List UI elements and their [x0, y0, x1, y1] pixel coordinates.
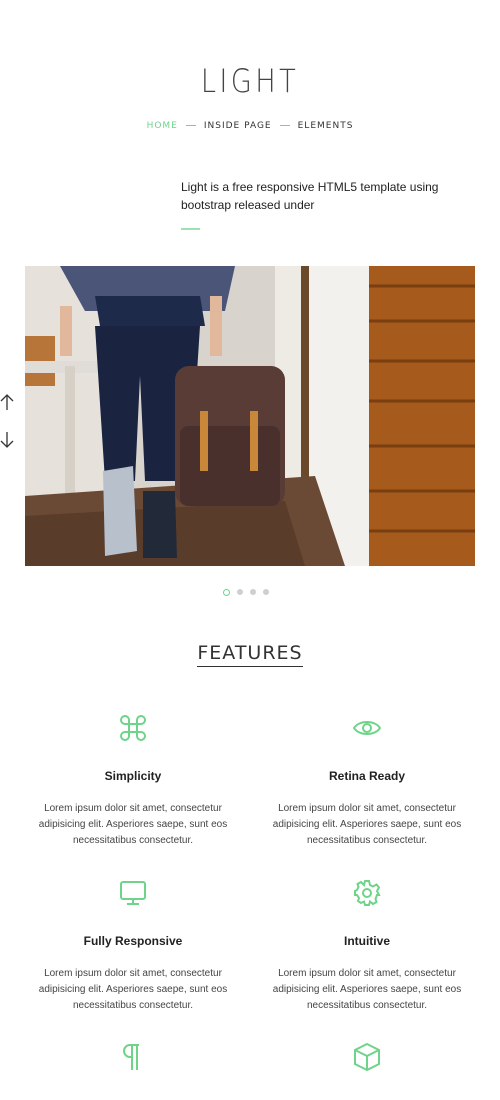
feature-fully-responsive: Fully Responsive Lorem ipsum dolor sit a…: [23, 878, 243, 1014]
feature-description: Lorem ipsum dolor sit amet, consectetur …: [272, 803, 462, 846]
feature-title: Fully Responsive: [83, 934, 183, 948]
intro-divider: [181, 228, 200, 230]
arrow-up-icon[interactable]: [0, 393, 14, 411]
slider-dot[interactable]: [263, 589, 269, 595]
feature-title: Simplicity: [104, 769, 162, 783]
nav-separator: [279, 125, 290, 126]
site-logo[interactable]: LIGHT: [38, 62, 463, 100]
feature-description: Lorem ipsum dolor sit amet, consectetur …: [272, 968, 462, 1011]
slider-dot[interactable]: [223, 589, 230, 596]
nav-inside-page[interactable]: INSIDE PAGE: [204, 121, 272, 131]
feature-retina-ready: Retina Ready Lorem ipsum dolor sit amet,…: [257, 713, 477, 849]
pilcrow-icon: [123, 1044, 139, 1070]
features-heading: FEATURES: [0, 642, 500, 667]
main-nav: HOME INSIDE PAGE ELEMENTS: [0, 121, 500, 131]
slider-dot[interactable]: [250, 589, 256, 595]
nav-separator: [185, 125, 196, 126]
feature-title: Retina Ready: [328, 769, 406, 783]
feature-intuitive: Intuitive Lorem ipsum dolor sit amet, co…: [257, 878, 477, 1014]
command-icon: [120, 715, 146, 741]
hero-photo: [25, 266, 475, 566]
intro-text: Light is a free responsive HTML5 templat…: [181, 180, 439, 212]
slider-dot[interactable]: [237, 589, 243, 595]
eye-icon: [352, 721, 382, 735]
feature-out-of-the-box: [257, 1042, 477, 1098]
gear-icon: [354, 880, 381, 906]
feature-description: Lorem ipsum dolor sit amet, consectetur …: [38, 968, 228, 1011]
feature-description: Lorem ipsum dolor sit amet, consectetur …: [38, 803, 228, 846]
feature-title: Intuitive: [343, 934, 390, 948]
feature-typography: [23, 1042, 243, 1098]
arrow-down-icon[interactable]: [0, 431, 14, 449]
feature-simplicity: Simplicity Lorem ipsum dolor sit amet, c…: [23, 713, 243, 849]
cube-icon: [354, 1042, 380, 1072]
nav-elements[interactable]: ELEMENTS: [298, 121, 354, 131]
monitor-icon: [120, 881, 146, 905]
nav-home[interactable]: HOME: [147, 121, 178, 131]
slider-pagination: [223, 589, 276, 597]
hero-slider-image[interactable]: [25, 266, 475, 566]
features-heading-text: FEATURES: [197, 642, 303, 667]
